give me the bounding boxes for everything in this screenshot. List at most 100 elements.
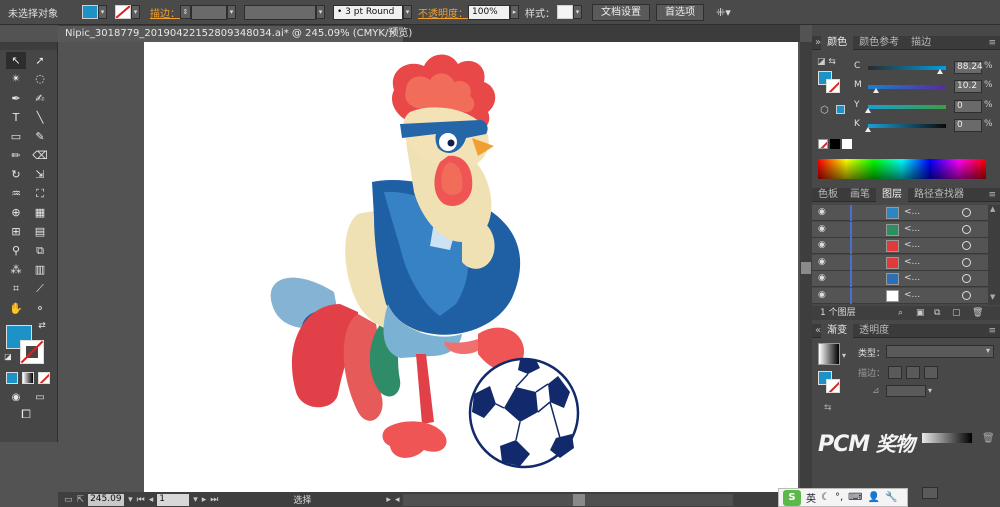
artboard-number-field[interactable]: 1 (157, 493, 190, 506)
visibility-eye-icon[interactable]: ◉ (818, 257, 826, 267)
gradient-preset-dropdown-icon[interactable]: ▾ (842, 351, 846, 360)
zoom-dropdown-icon[interactable]: ▾ (128, 495, 133, 505)
visibility-eye-icon[interactable]: ◉ (818, 224, 826, 234)
selection-tool-icon[interactable]: ↖ (6, 52, 26, 69)
channel-value-field[interactable]: 88.24 (954, 61, 983, 74)
visibility-eye-icon[interactable]: ◉ (818, 273, 826, 283)
none-swatch[interactable] (818, 139, 828, 149)
document-tab[interactable]: Nipic_3018779_20190422152809348034.ai* @… (58, 26, 412, 42)
gamut-color-swatch[interactable] (836, 105, 845, 114)
stroke-label[interactable]: 描边： (150, 5, 180, 20)
ime-moon-icon[interactable]: ☾ (821, 492, 830, 503)
stroke-within-button[interactable] (888, 366, 902, 379)
scroll-left-icon[interactable]: ◂ (395, 495, 400, 505)
artboard[interactable] (144, 42, 798, 492)
channel-value-field[interactable]: 10.2 (954, 80, 982, 93)
brush-field[interactable]: • 3 pt Round (333, 4, 403, 20)
document-setup-button[interactable]: 文档设置 (592, 3, 650, 21)
ime-tool-icon[interactable]: 🔧 (885, 492, 897, 503)
layer-row[interactable]: ◉ <... (812, 287, 988, 304)
rooster-illustration[interactable] (144, 42, 798, 492)
slider-knob-icon[interactable] (872, 88, 879, 93)
opacity-label[interactable]: 不透明度： (418, 5, 468, 20)
stroke-along-button[interactable] (906, 366, 920, 379)
visibility-eye-icon[interactable]: ◉ (818, 207, 826, 217)
layers-scrollbar[interactable]: ▲ ▼ (988, 205, 1000, 305)
next-artboard-icon[interactable]: ▸ (202, 495, 207, 505)
stroke-across-button[interactable] (924, 366, 938, 379)
gradient-tool-icon[interactable]: ▤ (30, 223, 50, 240)
target-circle-icon[interactable] (962, 241, 971, 250)
new-sublayer-icon[interactable]: ⧉ (934, 306, 940, 320)
last-artboard-icon[interactable]: ⏭ (210, 495, 218, 505)
slider-knob-icon[interactable] (865, 127, 871, 132)
panel-stroke-swatch[interactable] (826, 79, 840, 93)
tab-color-guide[interactable]: 颜色参考 (853, 36, 905, 50)
scroll-down-icon[interactable]: ▼ (990, 293, 995, 301)
scroll-up-icon[interactable]: ▲ (990, 205, 995, 213)
panel-default-colors-icon[interactable]: ◪ ⇆ (817, 57, 836, 67)
gradient-stroke-swatch[interactable] (826, 379, 840, 393)
tab-brushes[interactable]: 画笔 (844, 188, 876, 202)
gradient-menu-icon[interactable]: ≡ (988, 326, 996, 336)
gradient-preview-swatch[interactable] (818, 343, 840, 365)
tab-transparency[interactable]: 透明度 (853, 324, 895, 338)
status-menu-icon[interactable]: ▸ (386, 495, 391, 505)
line-tool-icon[interactable]: ╲ (30, 109, 50, 126)
delete-layer-icon[interactable]: 🗑 (972, 306, 983, 320)
variable-width-profile[interactable] (244, 4, 316, 20)
stroke-weight-field[interactable] (191, 4, 227, 20)
eyedropper-tool-icon[interactable]: ⚲ (6, 242, 26, 259)
stroke-swatch[interactable] (115, 5, 131, 19)
fill-dropdown-icon[interactable]: ▾ (98, 5, 107, 19)
channel-slider[interactable] (868, 105, 946, 109)
curvature-tool-icon[interactable]: ✍ (30, 90, 50, 107)
prev-artboard-icon[interactable]: ◂ (149, 495, 154, 505)
direct-selection-tool-icon[interactable]: ➚ (30, 52, 50, 69)
collapse-icon[interactable]: » (812, 37, 821, 48)
screen-mode-icon[interactable]: ▭ (30, 389, 50, 406)
new-layer-icon[interactable]: ▢ (952, 306, 961, 320)
pencil-tool-icon[interactable]: ✏ (6, 147, 26, 164)
warp-tool-icon[interactable]: ♒ (6, 185, 26, 202)
channel-value-field[interactable]: 0 (954, 100, 982, 113)
vertical-scroll-thumb[interactable] (801, 262, 811, 274)
target-circle-icon[interactable] (962, 257, 971, 267)
tab-stroke[interactable]: 描边 (905, 36, 937, 50)
default-colors-icon[interactable]: ◪ (2, 348, 14, 365)
arrange-documents-icon[interactable]: ⁜▾ (716, 6, 731, 19)
layers-menu-icon[interactable]: ≡ (988, 190, 996, 200)
scale-tool-icon[interactable]: ⇲ (30, 166, 50, 183)
channel-value-field[interactable]: 0 (954, 119, 982, 132)
shape-builder-tool-icon[interactable]: ⊕ (6, 204, 26, 221)
delete-stop-icon[interactable]: 🗑 (982, 433, 995, 444)
ime-keyboard-icon[interactable]: ⌨ (848, 492, 862, 503)
eraser-tool-icon[interactable]: ⌫ (30, 147, 50, 164)
hand-tool-icon[interactable]: ✋ (6, 300, 26, 317)
tab-pathfinder[interactable]: 路径查找器 (908, 188, 970, 202)
swap-fill-stroke-icon[interactable]: ⇄ (36, 318, 48, 335)
gradient-type-select[interactable]: ▾ (886, 345, 994, 358)
gradient-collapse-icon[interactable]: « (812, 325, 821, 336)
status-text[interactable]: 选择 (222, 493, 382, 506)
artboard-nav-icon[interactable]: ▭ (64, 495, 73, 505)
preferences-button[interactable]: 首选项 (656, 3, 704, 21)
layer-row[interactable]: ◉ <... (812, 254, 988, 271)
visibility-eye-icon[interactable]: ◉ (818, 290, 826, 300)
channel-slider[interactable] (868, 66, 946, 70)
lasso-tool-icon[interactable]: ◌ (30, 70, 50, 87)
perspective-grid-tool-icon[interactable]: ▦ (30, 204, 50, 221)
gradient-slider[interactable] (922, 433, 972, 443)
layer-row[interactable]: ◉ <... (812, 221, 988, 238)
ime-user-icon[interactable]: 👤 (868, 492, 880, 503)
tab-gradient[interactable]: 渐变 (821, 323, 854, 338)
angle-field[interactable] (886, 385, 926, 397)
pen-tool-icon[interactable]: ✒ (6, 90, 26, 107)
type-tool-icon[interactable]: T (6, 109, 26, 126)
rectangle-tool-icon[interactable]: ▭ (6, 128, 26, 145)
ime-toolbar[interactable]: S 英 ☾ °, ⌨ 👤 🔧 (778, 488, 908, 507)
first-artboard-icon[interactable]: ⏮ (137, 495, 145, 505)
stroke-weight-stepper[interactable]: ⇕ (180, 5, 191, 19)
stroke-color-box[interactable] (20, 340, 44, 364)
slider-knob-icon[interactable] (936, 69, 943, 74)
